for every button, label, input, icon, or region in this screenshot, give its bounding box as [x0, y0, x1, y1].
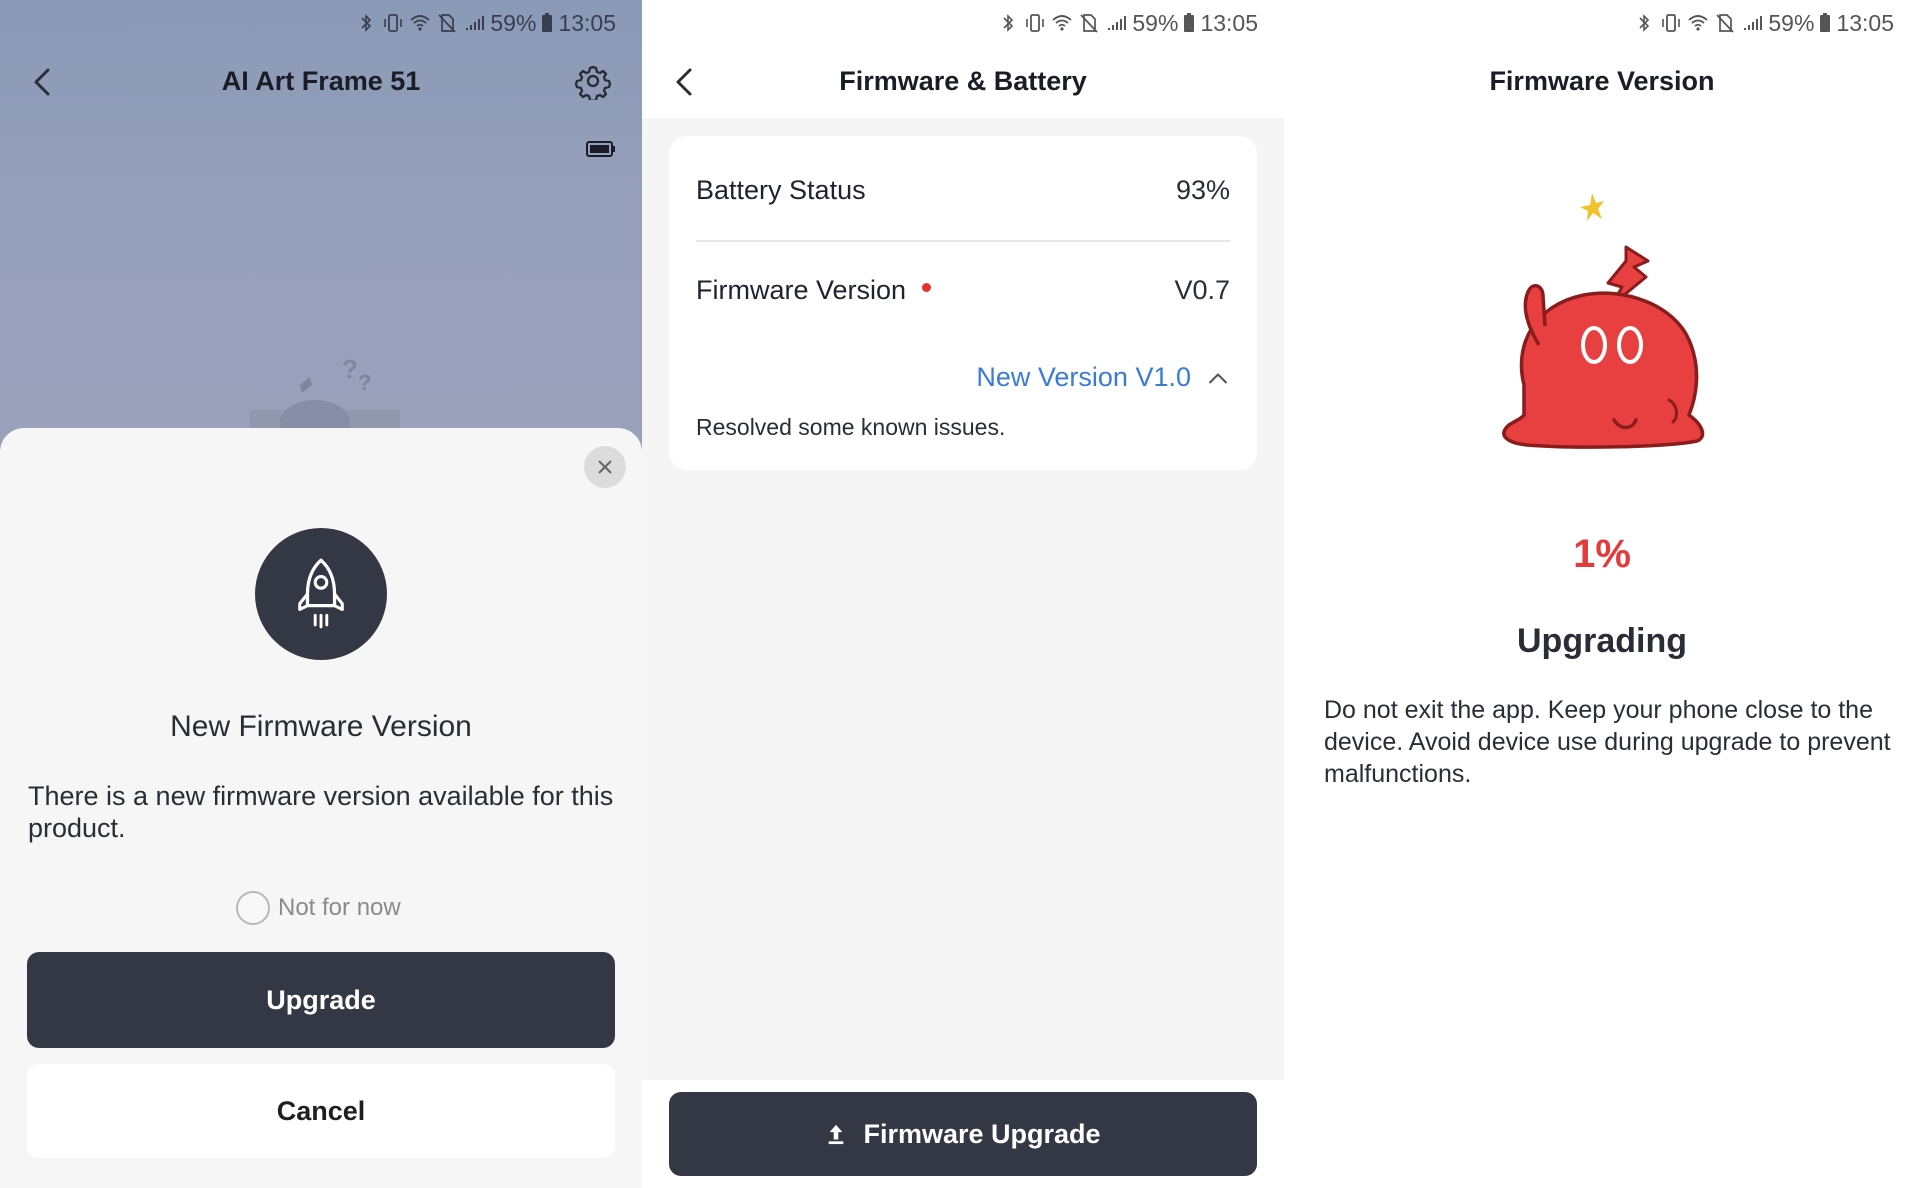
firmware-version-label: Firmware Version	[696, 274, 907, 305]
settings-button[interactable]	[574, 62, 612, 103]
upgrading-title: Upgrading	[1517, 622, 1687, 660]
sheet-title: New Firmware Version	[170, 710, 472, 743]
signal-icon	[1741, 12, 1763, 34]
battery-icon	[1819, 12, 1831, 34]
divider	[696, 240, 1230, 242]
bluetooth-icon	[997, 12, 1019, 34]
clock: 13:05	[1836, 9, 1894, 36]
svg-text:?: ?	[342, 354, 358, 384]
upgrading-mascot-illustration	[1484, 185, 1724, 475]
firmware-version-row: Firmware Version V0.7	[696, 270, 1230, 310]
battery-icon	[541, 12, 553, 34]
progress-percent: 1%	[1573, 532, 1631, 576]
page-title: AI Art Frame 51	[221, 66, 421, 96]
vibrate-icon	[1024, 12, 1046, 34]
firmware-info-card: Battery Status 93% Firmware Version V0.7…	[669, 136, 1257, 470]
firmware-upgrade-button[interactable]: Firmware Upgrade	[669, 1092, 1257, 1176]
battery-icon	[1183, 12, 1195, 34]
rocket-icon	[298, 558, 344, 629]
wifi-icon	[1051, 12, 1073, 34]
svg-text:?: ?	[358, 370, 371, 395]
page-title: Firmware Version	[1489, 66, 1715, 96]
signal-icon	[463, 12, 485, 34]
no-sim-icon	[1714, 12, 1736, 34]
upgrading-description: Do not exit the app. Keep your phone clo…	[1324, 696, 1891, 788]
navbar: AI Art Frame 51	[0, 52, 642, 112]
not-for-now-label: Not for now	[278, 894, 401, 921]
no-sim-icon	[1078, 12, 1100, 34]
gear-icon	[574, 65, 612, 103]
new-version-toggle[interactable]: New Version V1.0	[976, 362, 1229, 393]
firmware-version-value: V0.7	[1174, 274, 1230, 305]
vibrate-icon	[382, 12, 404, 34]
upload-icon	[829, 1124, 844, 1145]
close-button[interactable]	[584, 446, 626, 488]
battery-status-value: 93%	[1175, 174, 1230, 205]
battery-status-label: Battery Status	[696, 174, 866, 205]
chevron-up-icon	[1209, 372, 1227, 383]
status-bar: 59% 13:05	[997, 8, 1258, 38]
sheet-description: There is a new firmware version availabl…	[28, 781, 614, 843]
device-battery-icon	[586, 140, 616, 158]
close-icon	[598, 460, 612, 474]
battery-percent: 59%	[1132, 9, 1179, 36]
battery-status-row: Battery Status 93%	[696, 170, 1230, 210]
navbar: Firmware & Battery	[642, 52, 1284, 112]
wifi-icon	[409, 12, 431, 34]
placeholder-mascot-illustration: ? ?	[240, 350, 410, 444]
radio-button[interactable]	[236, 891, 270, 925]
update-indicator-dot	[922, 282, 932, 292]
clock: 13:05	[1200, 9, 1258, 36]
not-for-now-option[interactable]: Not for now	[236, 890, 401, 926]
page-title: Firmware & Battery	[839, 66, 1087, 96]
upgrade-button[interactable]: Upgrade	[27, 952, 615, 1048]
signal-icon	[1105, 12, 1127, 34]
release-notes: Resolved some known issues.	[696, 414, 1006, 440]
battery-percent: 59%	[1768, 9, 1815, 36]
firmware-update-sheet: New Firmware Version There is a new firm…	[0, 428, 642, 1188]
new-version-label: New Version V1.0	[976, 362, 1191, 392]
device-home-panel: 59% 13:05 AI Art Frame 51 ? ? New Firmwa…	[0, 0, 642, 1188]
vibrate-icon	[1660, 12, 1682, 34]
status-bar: 59% 13:05	[1633, 8, 1894, 38]
firmware-upgrade-label: Firmware Upgrade	[863, 1118, 1101, 1149]
battery-percent: 59%	[490, 9, 537, 36]
upgrading-panel: 59% 13:05 Firmware Version 1% Upgrading …	[1284, 0, 1920, 1188]
firmware-battery-panel: 59% 13:05 Firmware & Battery Battery Sta…	[642, 0, 1284, 1188]
wifi-icon	[1687, 12, 1709, 34]
no-sim-icon	[436, 12, 458, 34]
cancel-button[interactable]: Cancel	[27, 1064, 615, 1158]
bluetooth-icon	[355, 12, 377, 34]
bluetooth-icon	[1633, 12, 1655, 34]
clock: 13:05	[558, 9, 616, 36]
rocket-badge	[255, 528, 387, 660]
navbar: Firmware Version	[1284, 52, 1920, 112]
status-bar: 59% 13:05	[355, 8, 616, 38]
